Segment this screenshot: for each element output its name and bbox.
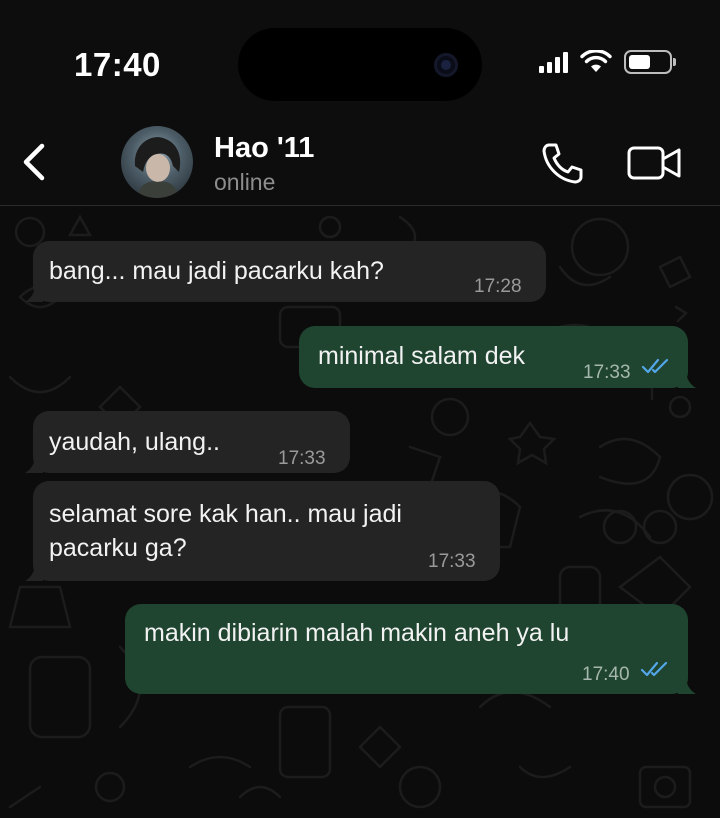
message-text: makin dibiarin malah makin aneh ya lu [144,619,570,647]
video-camera-icon[interactable] [626,143,682,183]
avatar[interactable] [121,126,193,198]
message-text: selamat sore kak han.. mau jadi pacarku … [49,500,402,562]
status-icons [539,50,676,74]
bubble-tail [25,455,43,473]
message-bubble-incoming[interactable]: bang... mau jadi pacarku kah? 17:28 [25,241,546,302]
message-time: 17:28 [474,276,522,297]
bubble-tail [25,284,43,302]
message-time: 17:33 [428,551,476,572]
dynamic-island [238,28,482,101]
phone-icon[interactable] [540,140,586,186]
message-text: yaudah, ulang.. [49,428,220,456]
signal-icon [539,51,568,73]
bubble-tail [25,563,43,581]
chat-header: Hao '11 online [0,118,720,206]
message-bubble-outgoing[interactable]: makin dibiarin malah makin aneh ya lu 17… [125,604,696,694]
status-clock: 17:40 [74,46,161,83]
message-bubble-outgoing[interactable]: minimal salam dek 17:33 [299,326,696,388]
chat-area[interactable]: bang... mau jadi pacarku kah? 17:28 mini… [0,207,720,818]
contact-name[interactable]: Hao '11 [214,132,314,165]
bubble-tail [678,370,696,388]
double-check-icon [640,661,668,677]
wifi-icon [580,50,612,72]
message-time: 17:33 [583,362,631,383]
bubble-tail [678,676,696,694]
message-time: 17:40 [582,664,630,685]
message-bubble-incoming[interactable]: selamat sore kak han.. mau jadi pacarku … [25,481,500,581]
status-bar: 17:40 [0,0,720,130]
double-check-icon [641,358,669,374]
message-text: minimal salam dek [318,342,526,370]
back-chevron-icon[interactable] [14,138,54,186]
message-time: 17:33 [278,448,326,469]
battery-icon [624,50,676,74]
camera-icon [434,53,458,77]
contact-status: online [214,169,276,195]
message-bubble-incoming[interactable]: yaudah, ulang.. 17:33 [25,411,350,473]
message-text: bang... mau jadi pacarku kah? [49,257,384,285]
